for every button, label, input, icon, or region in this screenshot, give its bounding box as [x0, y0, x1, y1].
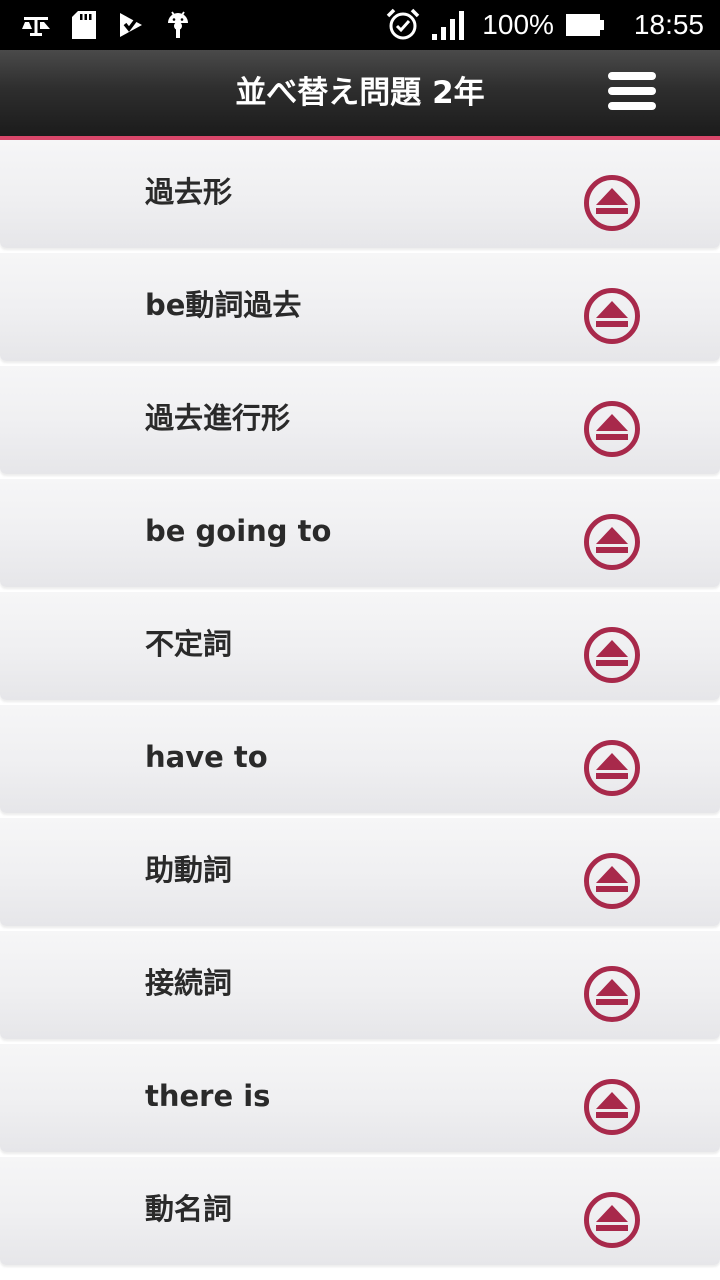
scale-icon — [22, 14, 50, 36]
list-item-label: 助動詞 — [145, 853, 233, 887]
status-bar: 100% 18:55 — [0, 0, 720, 50]
check-play-icon — [118, 11, 144, 39]
status-system: 100% 18:55 — [386, 8, 704, 42]
list-item[interactable]: 助動詞 — [0, 818, 720, 926]
clock: 18:55 — [633, 9, 704, 40]
list-item[interactable]: there is — [0, 1044, 720, 1152]
list-item-label: 過去形 — [145, 175, 233, 209]
app-header: 並べ替え問題 2年 — [0, 50, 720, 140]
sd-card-icon — [72, 11, 96, 39]
list-item-label: have to — [145, 740, 268, 774]
eject-icon[interactable] — [583, 852, 641, 910]
eject-icon[interactable] — [583, 513, 641, 571]
list-item-label: 不定詞 — [145, 627, 233, 661]
list-item[interactable]: be going to — [0, 479, 720, 587]
list-item[interactable]: have to — [0, 705, 720, 813]
list-item[interactable]: 不定詞 — [0, 592, 720, 700]
hamburger-menu-icon[interactable] — [608, 72, 658, 112]
eject-icon[interactable] — [583, 626, 641, 684]
list-item[interactable]: 過去進行形 — [0, 366, 720, 474]
battery-percent: 100% — [482, 9, 554, 40]
eject-icon[interactable] — [583, 287, 641, 345]
list-item-label: 過去進行形 — [145, 401, 291, 435]
signal-icon — [432, 10, 466, 40]
list-item[interactable]: 接続詞 — [0, 931, 720, 1039]
eject-icon[interactable] — [583, 739, 641, 797]
eject-icon[interactable] — [583, 1191, 641, 1249]
eject-icon[interactable] — [583, 400, 641, 458]
list-item-label: be going to — [145, 514, 332, 548]
android-icon — [166, 10, 190, 40]
eject-icon[interactable] — [583, 1078, 641, 1136]
eject-icon[interactable] — [583, 174, 641, 232]
battery-icon — [565, 14, 604, 36]
status-notifications — [22, 8, 190, 42]
list-item[interactable]: 動名詞 — [0, 1157, 720, 1265]
list-item[interactable]: 過去形 — [0, 140, 720, 248]
list-item-label: there is — [145, 1079, 271, 1113]
eject-icon[interactable] — [583, 965, 641, 1023]
list-item-label: be動詞過去 — [145, 288, 302, 322]
list-item-label: 動名詞 — [145, 1192, 233, 1226]
alarm-icon — [386, 8, 420, 42]
list-item[interactable]: be動詞過去 — [0, 253, 720, 361]
list-item-label: 接続詞 — [145, 966, 233, 1000]
